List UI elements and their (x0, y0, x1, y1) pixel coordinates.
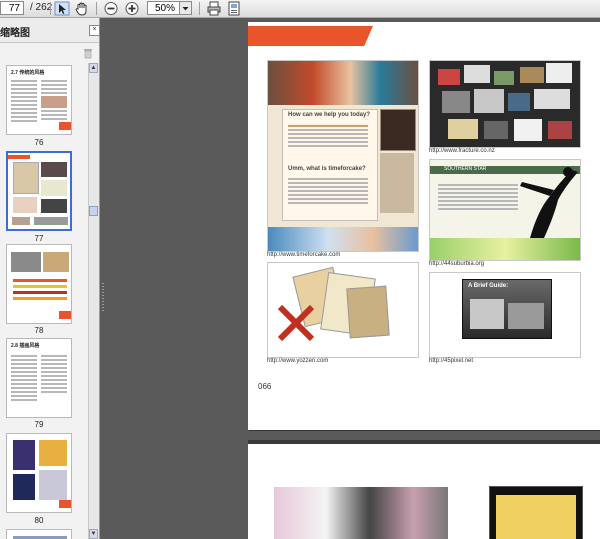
document-page: How can we help you today? Umm, what is … (248, 22, 600, 430)
accent-band (248, 26, 373, 46)
print-icon[interactable] (206, 1, 222, 16)
thumbnail-page-79[interactable]: 2.8 插画风格 (6, 338, 72, 418)
thumbnail-panel: 缩略图 × 2.7 传统的风格 76 77 78 2.8 插画风格 79 80 … (0, 18, 100, 539)
toolbar-separator (199, 2, 200, 15)
zoom-out-icon[interactable] (103, 1, 119, 16)
mockup-text: A Brief Guide: (468, 283, 509, 289)
thumbnail-label: 80 (34, 516, 44, 525)
panel-header: 缩略图 × (0, 18, 100, 43)
toolbar: 77 / 262 50% (0, 0, 600, 18)
thumbnail-label: 77 (34, 234, 44, 243)
thumbnail-page-78[interactable] (6, 244, 72, 324)
panel-splitter[interactable] (102, 283, 104, 313)
mockup-text: Umm, what is timeforcake? (288, 166, 366, 172)
website-screenshot-45pixel: A Brief Guide: (429, 272, 581, 358)
toolbar-separator (96, 2, 97, 15)
thumbnail-label: 76 (34, 138, 44, 147)
image-caption: http://44suburbia.org (429, 261, 485, 267)
scroll-up-icon[interactable]: ▲ (89, 63, 98, 73)
mockup-text: How can we help you today? (288, 112, 371, 118)
scrollbar-thumb[interactable] (89, 206, 98, 216)
fit-page-icon[interactable] (226, 1, 242, 16)
text-column (41, 78, 67, 122)
text-column (11, 78, 37, 124)
chevron-down-icon (182, 7, 189, 11)
thumbnail-heading: 2.7 传统的风格 (11, 70, 45, 76)
document-view[interactable]: How can we help you today? Umm, what is … (100, 18, 600, 539)
select-tool-icon[interactable] (54, 1, 70, 16)
website-screenshot-yozzen (267, 262, 419, 358)
zoom-in-icon[interactable] (124, 1, 140, 16)
website-screenshot-fracture (429, 60, 581, 148)
scroll-down-icon[interactable]: ▼ (89, 529, 98, 539)
website-screenshot-dark (489, 486, 583, 539)
document-page-next (248, 440, 600, 539)
mockup-text: SOUTHERN STAR (444, 166, 487, 172)
toolbar-separator (50, 2, 51, 15)
page-number-input[interactable]: 77 (0, 1, 24, 15)
zoom-level-input[interactable]: 50% (147, 1, 180, 15)
thumbnail-page-76[interactable]: 2.7 传统的风格 (6, 65, 72, 135)
zoom-dropdown-button[interactable] (180, 1, 192, 15)
image-caption: http://www.timeforcake.com (267, 252, 341, 258)
thumbnail-heading: 2.8 插画风格 (11, 343, 40, 349)
panel-title: 缩略图 (0, 28, 30, 39)
thumbnail-label: 78 (34, 326, 44, 335)
image-caption: http://www.yozzen.com (267, 358, 329, 364)
thumbnail-page-81[interactable] (6, 529, 72, 539)
close-panel-button[interactable]: × (89, 25, 100, 36)
website-screenshot-44suburbia: SOUTHERN STAR (429, 159, 581, 261)
image-caption: http://www.fracture.co.nz (429, 148, 495, 154)
thumbnail-page-77[interactable] (6, 151, 72, 231)
page-total-label: / 262 (30, 2, 53, 13)
image-caption: http://45pixel.net (429, 358, 474, 364)
page-number: 066 (258, 382, 272, 391)
thumbnail-scrollbar[interactable]: ▲ ▼ (88, 63, 99, 539)
thumbnail-list: 2.7 传统的风格 76 77 78 2.8 插画风格 79 80 (0, 63, 88, 539)
panel-tools (0, 43, 99, 63)
trash-icon[interactable] (83, 47, 93, 59)
thumbnail-label: 79 (34, 420, 44, 429)
website-screenshot-photography (274, 487, 448, 539)
thumbnail-page-80[interactable] (6, 433, 72, 513)
website-screenshot-timeforcake: How can we help you today? Umm, what is … (267, 60, 419, 252)
hand-tool-icon[interactable] (74, 1, 90, 16)
accent-mark (59, 122, 71, 130)
